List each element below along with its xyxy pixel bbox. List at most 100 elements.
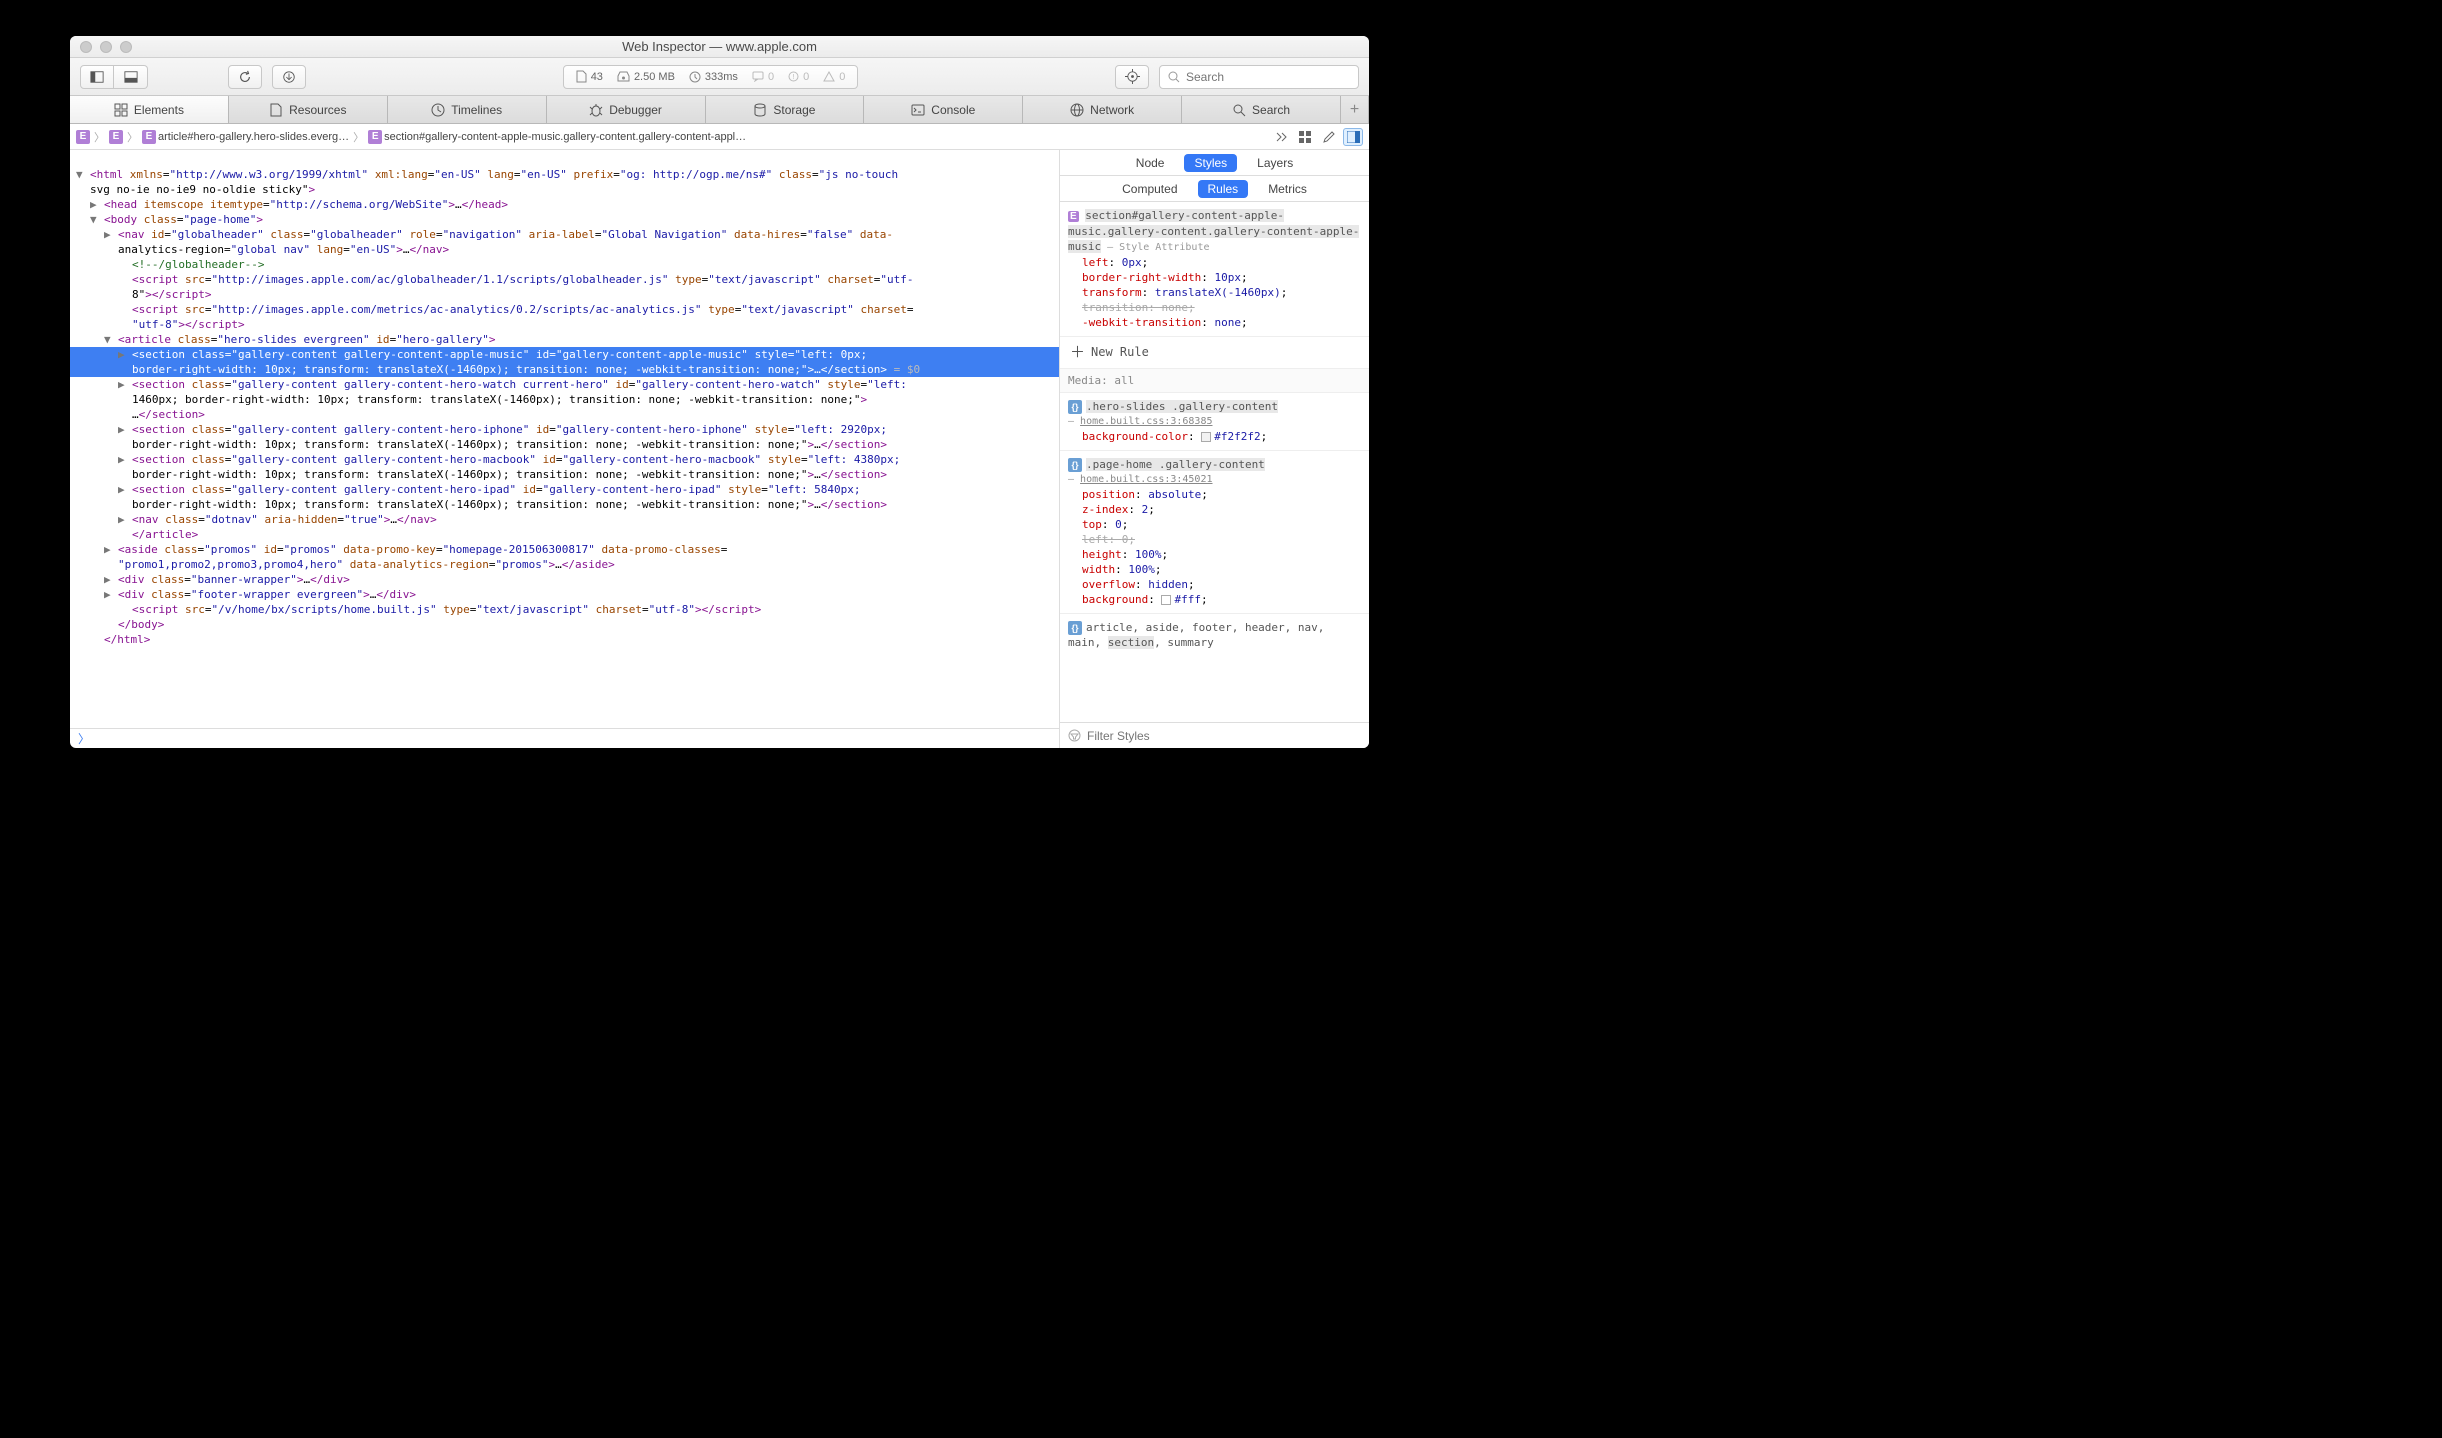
tab-timelines[interactable]: Timelines	[388, 96, 547, 123]
tab-elements[interactable]: Elements	[70, 96, 229, 123]
search-box[interactable]	[1159, 65, 1359, 89]
css-property[interactable]: -webkit-transition: none;	[1068, 315, 1361, 330]
side-tab-styles[interactable]: Styles	[1184, 154, 1237, 172]
tab-search[interactable]: Search	[1182, 96, 1341, 123]
source-link[interactable]: home.built.css:3:45021	[1080, 474, 1212, 485]
filter-bar	[1060, 722, 1369, 748]
side-sub-tabs: Computed Rules Metrics	[1060, 176, 1369, 202]
dom-node[interactable]: ▶<aside class="promos" id="promos" data-…	[70, 542, 1059, 557]
reload-button[interactable]	[228, 65, 262, 89]
dom-node[interactable]: ▶<head itemscope itemtype="http://schema…	[70, 197, 1059, 212]
dom-node[interactable]: ▶<section class="gallery-content gallery…	[70, 347, 1059, 362]
doc-count: 43	[591, 71, 603, 83]
dom-node[interactable]: </html>	[70, 632, 1059, 647]
css-property[interactable]: background-color: #f2f2f2;	[1068, 429, 1361, 444]
dom-node[interactable]: border-right-width: 10px; transform: tra…	[70, 362, 1059, 377]
dom-node[interactable]: <script src="/v/home/bx/scripts/home.bui…	[70, 602, 1059, 617]
breadcrumb: E〉 E〉 E article#hero-gallery.hero-slides…	[70, 124, 1369, 150]
window-title: Web Inspector — www.apple.com	[70, 39, 1369, 54]
tab-network[interactable]: Network	[1023, 96, 1182, 123]
css-property[interactable]: overflow: hidden;	[1068, 577, 1361, 592]
element-badge-icon[interactable]: E	[76, 130, 90, 144]
tab-debugger[interactable]: Debugger	[547, 96, 706, 123]
dock-left-button[interactable]	[80, 65, 114, 89]
element-badge-icon[interactable]: E	[142, 130, 156, 144]
sub-tab-metrics[interactable]: Metrics	[1258, 180, 1317, 198]
dom-node[interactable]: "utf-8"></script>	[70, 317, 1059, 332]
dom-node[interactable]: "promo1,promo2,promo3,promo4,hero" data-…	[70, 557, 1059, 572]
css-property[interactable]: width: 100%;	[1068, 562, 1361, 577]
css-property[interactable]: left: 0px;	[1068, 255, 1361, 270]
dom-node[interactable]: …</section>	[70, 407, 1059, 422]
sidebar-toggle-icon[interactable]	[1343, 128, 1363, 146]
rule-selector[interactable]: article, aside, footer, header, nav, mai…	[1068, 621, 1324, 649]
css-property[interactable]: height: 100%;	[1068, 547, 1361, 562]
filter-input[interactable]	[1087, 729, 1361, 743]
dom-node[interactable]: <script src="http://images.apple.com/ac/…	[70, 272, 1059, 287]
dom-node[interactable]: ▶<section class="gallery-content gallery…	[70, 377, 1059, 392]
new-rule-button[interactable]: ＋New Rule	[1060, 337, 1369, 369]
dom-node[interactable]: ▶<section class="gallery-content gallery…	[70, 422, 1059, 437]
tree-view-icon[interactable]	[1271, 128, 1291, 146]
grid-view-icon[interactable]	[1295, 128, 1315, 146]
side-tab-node[interactable]: Node	[1126, 154, 1175, 172]
element-badge-icon[interactable]: E	[109, 130, 123, 144]
inspector-window: Web Inspector — www.apple.com 43 2.50 MB…	[70, 36, 1369, 748]
dom-node[interactable]: ▼<html xmlns="http://www.w3.org/1999/xht…	[70, 167, 1059, 182]
dom-node[interactable]: svg no-ie no-ie9 no-oldie sticky">	[70, 182, 1059, 197]
dom-node[interactable]: ▶<section class="gallery-content gallery…	[70, 452, 1059, 467]
tab-resources[interactable]: Resources	[229, 96, 388, 123]
dom-node[interactable]: border-right-width: 10px; transform: tra…	[70, 467, 1059, 482]
css-rules[interactable]: E section#gallery-content-apple-music.ga…	[1060, 202, 1369, 722]
css-property[interactable]: z-index: 2;	[1068, 502, 1361, 517]
svg-text:!: !	[793, 74, 795, 81]
css-property[interactable]: border-right-width: 10px;	[1068, 270, 1361, 285]
dom-node[interactable]: analytics-region="global nav" lang="en-U…	[70, 242, 1059, 257]
breadcrumb-item[interactable]: section#gallery-content-apple-music.gall…	[384, 131, 746, 143]
rule-badge-icon: {}	[1068, 400, 1082, 414]
dom-node[interactable]: ▶<nav id="globalheader" class="globalhea…	[70, 227, 1059, 242]
dom-node[interactable]: ▼<body class="page-home">	[70, 212, 1059, 227]
dom-node[interactable]: </article>	[70, 527, 1059, 542]
dom-node[interactable]: </body>	[70, 617, 1059, 632]
edit-icon[interactable]	[1319, 128, 1339, 146]
dom-node[interactable]	[70, 152, 1059, 167]
css-property[interactable]: left: 0;	[1068, 532, 1361, 547]
css-property[interactable]: background: #fff;	[1068, 592, 1361, 607]
dom-node[interactable]: ▼<article class="hero-slides evergreen" …	[70, 332, 1059, 347]
search-input[interactable]	[1186, 70, 1350, 84]
dom-node[interactable]: ▶<nav class="dotnav" aria-hidden="true">…	[70, 512, 1059, 527]
inspect-button[interactable]	[1115, 65, 1149, 89]
css-property[interactable]: transition: none;	[1068, 300, 1361, 315]
dom-node[interactable]: ▶<section class="gallery-content gallery…	[70, 482, 1059, 497]
css-property[interactable]: transform: translateX(-1460px);	[1068, 285, 1361, 300]
breadcrumb-item[interactable]: article#hero-gallery.hero-slides.everg…	[158, 131, 349, 143]
titlebar: Web Inspector — www.apple.com	[70, 36, 1369, 58]
sub-tab-rules[interactable]: Rules	[1198, 180, 1249, 198]
sub-tab-computed[interactable]: Computed	[1112, 180, 1187, 198]
tab-storage[interactable]: Storage	[706, 96, 865, 123]
size-label: 2.50 MB	[634, 71, 675, 83]
dom-node[interactable]: <script src="http://images.apple.com/met…	[70, 302, 1059, 317]
css-property[interactable]: position: absolute;	[1068, 487, 1361, 502]
element-badge-icon[interactable]: E	[368, 130, 382, 144]
tab-console[interactable]: Console	[864, 96, 1023, 123]
download-button[interactable]	[272, 65, 306, 89]
dom-tree[interactable]: ▼<html xmlns="http://www.w3.org/1999/xht…	[70, 150, 1059, 728]
source-link[interactable]: home.built.css:3:68385	[1080, 416, 1212, 427]
dom-node[interactable]: ▶<div class="footer-wrapper evergreen">……	[70, 587, 1059, 602]
dom-node[interactable]: border-right-width: 10px; transform: tra…	[70, 497, 1059, 512]
dom-node[interactable]: ▶<div class="banner-wrapper">…</div>	[70, 572, 1059, 587]
console-prompt[interactable]: 〉	[70, 728, 1059, 748]
dom-node[interactable]: 8"></script>	[70, 287, 1059, 302]
css-property[interactable]: top: 0;	[1068, 517, 1361, 532]
rule-selector[interactable]: .page-home .gallery-content	[1086, 458, 1265, 471]
side-tab-layers[interactable]: Layers	[1247, 154, 1303, 172]
dom-node[interactable]: 1460px; border-right-width: 10px; transf…	[70, 392, 1059, 407]
dom-node[interactable]: <!--/globalheader-->	[70, 257, 1059, 272]
toolbar: 43 2.50 MB 333ms 0 !0 0	[70, 58, 1369, 96]
rule-selector[interactable]: .hero-slides .gallery-content	[1086, 400, 1278, 413]
dock-bottom-button[interactable]	[114, 65, 148, 89]
tab-add[interactable]: +	[1341, 96, 1369, 123]
dom-node[interactable]: border-right-width: 10px; transform: tra…	[70, 437, 1059, 452]
